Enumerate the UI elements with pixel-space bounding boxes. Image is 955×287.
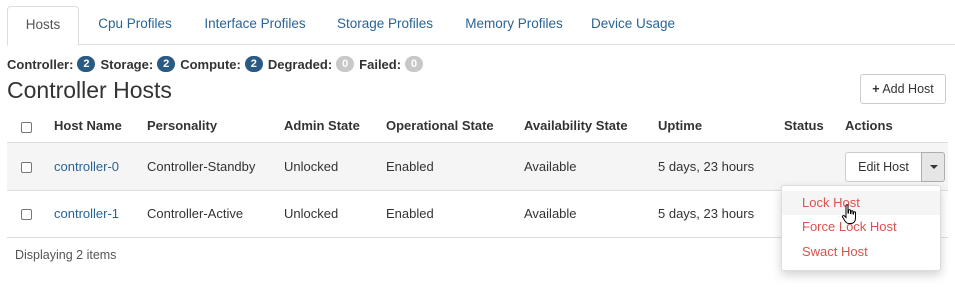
hand-cursor-icon: [841, 204, 856, 224]
plus-icon: +: [872, 82, 880, 96]
availability-state-cell: Available: [524, 206, 577, 221]
tab-cpu-profiles[interactable]: Cpu Profiles: [87, 6, 183, 44]
add-host-label: Add Host: [882, 82, 934, 96]
summary-badge-storage: 2: [157, 56, 176, 72]
tab-hosts[interactable]: Hosts: [7, 6, 79, 46]
tab-device-usage[interactable]: Device Usage: [584, 6, 682, 44]
tab-interface-profiles[interactable]: Interface Profiles: [193, 6, 317, 44]
actions-dropdown-toggle[interactable]: [921, 152, 945, 182]
personality-cell: Controller-Active: [147, 206, 244, 221]
host-actions-menu: Lock Host Force Lock Host Swact Host: [781, 185, 941, 271]
item-count: Displaying 2 items: [15, 248, 117, 262]
operational-state-cell: Enabled: [386, 159, 434, 174]
row-checkbox[interactable]: [21, 162, 32, 173]
uptime-cell: 5 days, 23 hours: [658, 206, 755, 221]
summary-label-failed: Failed:: [359, 56, 402, 72]
caret-down-icon: [930, 165, 938, 169]
table-header: Host Name Personality Admin State Operat…: [7, 110, 948, 143]
summary-label-controller: Controller:: [7, 56, 74, 72]
column-uptime[interactable]: Uptime: [658, 118, 702, 133]
summary-label-storage: Storage:: [100, 56, 154, 72]
table-row: controller-0 Controller-Standby Unlocked…: [7, 143, 948, 191]
column-admin-state[interactable]: Admin State: [284, 118, 360, 133]
operational-state-cell: Enabled: [386, 206, 434, 221]
swact-host-item[interactable]: Swact Host: [782, 240, 940, 264]
add-host-button[interactable]: + Add Host: [860, 74, 946, 104]
edit-host-button[interactable]: Edit Host: [845, 152, 922, 182]
column-actions: Actions: [845, 118, 893, 133]
admin-state-cell: Unlocked: [284, 159, 339, 174]
tab-memory-profiles[interactable]: Memory Profiles: [454, 6, 574, 44]
availability-state-cell: Available: [524, 159, 577, 174]
personality-cell: Controller-Standby: [147, 159, 256, 174]
summary-badge-controller: 2: [77, 56, 96, 72]
uptime-cell: 5 days, 23 hours: [658, 159, 755, 174]
summary-badge-failed: 0: [405, 56, 424, 72]
column-host-name[interactable]: Host Name: [54, 118, 122, 133]
host-name-link[interactable]: controller-0: [54, 159, 119, 174]
summary-label-degraded: Degraded:: [267, 56, 333, 72]
page-title: Controller Hosts: [7, 77, 172, 103]
host-summary: Controller: 2 Storage: 2 Compute: 2 Degr…: [7, 56, 428, 72]
select-all-checkbox[interactable]: [21, 122, 32, 133]
host-name-link[interactable]: controller-1: [54, 206, 119, 221]
summary-badge-degraded: 0: [336, 56, 355, 72]
tab-storage-profiles[interactable]: Storage Profiles: [327, 6, 443, 44]
tab-bar: Hosts Cpu Profiles Interface Profiles St…: [7, 0, 955, 46]
column-operational-state[interactable]: Operational State: [386, 118, 494, 133]
column-status[interactable]: Status: [784, 118, 824, 133]
column-availability-state[interactable]: Availability State: [524, 118, 628, 133]
summary-badge-compute: 2: [244, 56, 263, 72]
column-personality[interactable]: Personality: [147, 118, 217, 133]
summary-label-compute: Compute:: [180, 56, 241, 72]
row-checkbox[interactable]: [21, 209, 32, 220]
admin-state-cell: Unlocked: [284, 206, 339, 221]
